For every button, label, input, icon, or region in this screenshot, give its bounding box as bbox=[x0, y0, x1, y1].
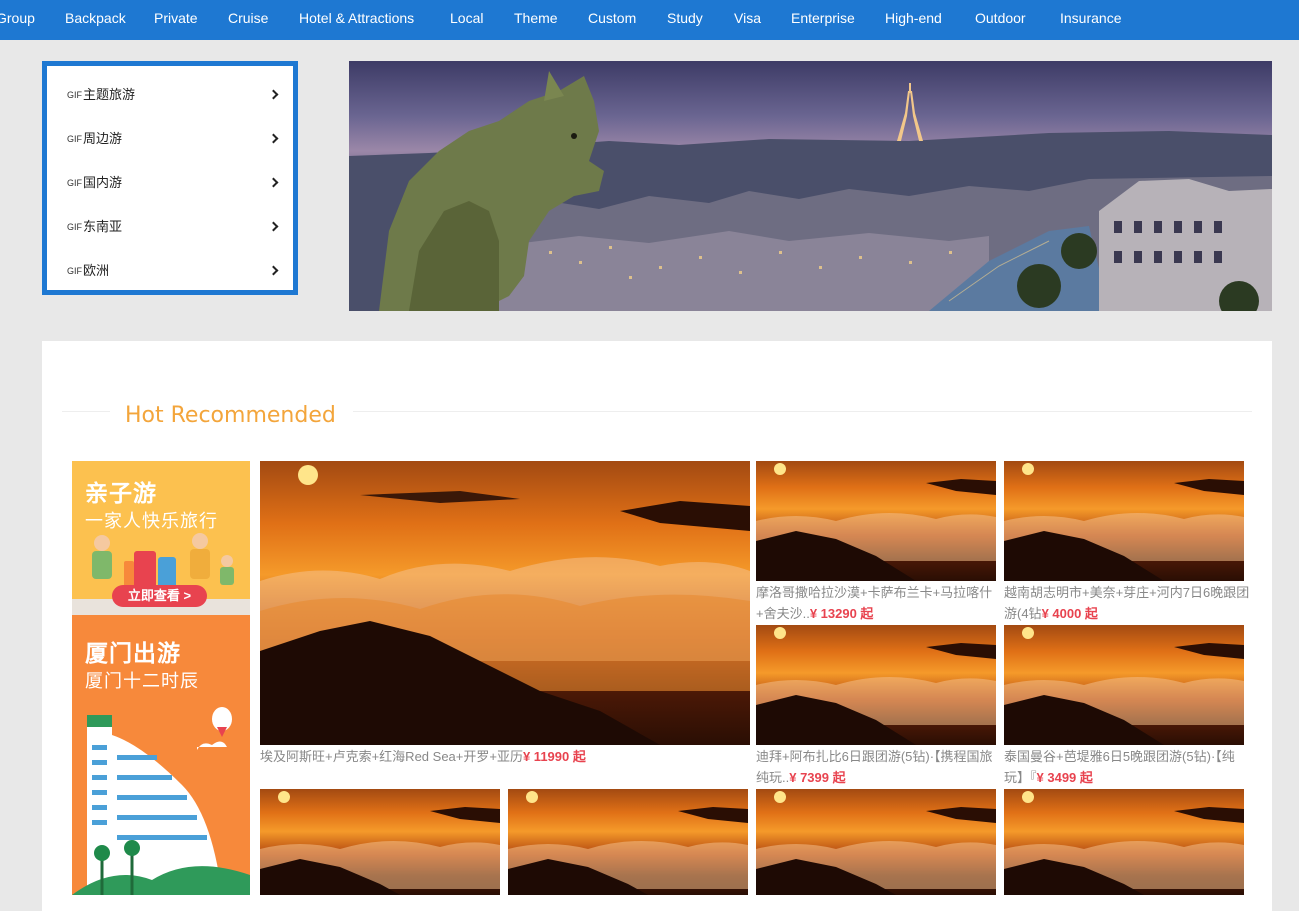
gif-icon: GIF bbox=[67, 134, 82, 144]
sunset-clouds-image bbox=[756, 627, 996, 745]
category-item[interactable]: GIF东南亚 bbox=[67, 216, 279, 238]
product-image[interactable] bbox=[756, 625, 996, 745]
nav-item-cruise[interactable]: Cruise bbox=[228, 0, 268, 40]
product-image[interactable] bbox=[1004, 789, 1244, 895]
product-caption[interactable]: 迪拜+阿布扎比6日跟团游(5钻)·【携程国旅纯玩..¥ 7399 起 bbox=[756, 746, 1002, 788]
chevron-right-icon bbox=[268, 89, 279, 100]
nav-item-insurance[interactable]: Insurance bbox=[1060, 0, 1121, 40]
xiamen-building-illustration bbox=[72, 707, 250, 895]
sunset-clouds-image bbox=[260, 791, 500, 895]
divider bbox=[353, 411, 1252, 412]
nav-item-enterprise[interactable]: Enterprise bbox=[791, 0, 855, 40]
sunset-clouds-image bbox=[756, 791, 996, 895]
category-item[interactable]: GIF周边游 bbox=[67, 128, 279, 150]
product-price: ¥ 4000 起 bbox=[1041, 606, 1098, 621]
product-caption[interactable]: 摩洛哥撒哈拉沙漠+卡萨布兰卡+马拉喀什+舍夫沙..¥ 13290 起 bbox=[756, 582, 1002, 624]
promo-family-trip[interactable]: 亲子游 一家人快乐旅行 立即查看 > bbox=[72, 461, 250, 615]
product-price: ¥ 13290 起 bbox=[809, 606, 874, 621]
product-image[interactable] bbox=[756, 461, 996, 581]
sunset-clouds-image bbox=[1004, 463, 1244, 581]
category-item[interactable]: GIF主题旅游 bbox=[67, 84, 279, 106]
chevron-right-icon bbox=[268, 133, 279, 144]
product-image[interactable] bbox=[1004, 625, 1244, 745]
product-image[interactable] bbox=[508, 789, 748, 895]
sunset-clouds-image bbox=[508, 791, 748, 895]
chevron-right-icon bbox=[268, 221, 279, 232]
product-price: ¥ 7399 起 bbox=[789, 770, 846, 785]
top-nav: Group Backpack Private Cruise Hotel & At… bbox=[0, 0, 1299, 40]
category-label: 周边游 bbox=[83, 131, 123, 146]
product-image[interactable] bbox=[756, 789, 996, 895]
gif-icon: GIF bbox=[67, 178, 82, 188]
sunset-clouds-image bbox=[260, 465, 750, 745]
product-caption[interactable]: 越南胡志明市+美奈+芽庄+河内7日6晚跟团游(4钻¥ 4000 起 bbox=[1004, 582, 1250, 624]
category-label: 东南亚 bbox=[83, 219, 123, 234]
category-item[interactable]: GIF欧洲 bbox=[67, 260, 279, 282]
view-now-button[interactable]: 立即查看 > bbox=[112, 585, 207, 607]
nav-item-local[interactable]: Local bbox=[450, 0, 483, 40]
nav-item-backpack[interactable]: Backpack bbox=[65, 0, 126, 40]
nav-item-group[interactable]: Group bbox=[0, 0, 35, 40]
category-menu: GIF主题旅游 GIF周边游 GIF国内游 GIF东南亚 GIF欧洲 bbox=[42, 61, 298, 295]
product-image[interactable] bbox=[260, 789, 500, 895]
category-label: 国内游 bbox=[83, 175, 123, 190]
nav-item-custom[interactable]: Custom bbox=[588, 0, 636, 40]
divider bbox=[62, 411, 110, 412]
sunset-clouds-image bbox=[1004, 627, 1244, 745]
promo-xiamen-trip[interactable]: 厦门出游 厦门十二时辰 bbox=[72, 615, 250, 895]
product-name: 埃及阿斯旺+卢克索+红海Red Sea+开罗+亚历 bbox=[260, 749, 523, 764]
nav-item-high-end[interactable]: High-end bbox=[885, 0, 942, 40]
paris-cityscape-image bbox=[349, 71, 1272, 311]
sunset-clouds-image bbox=[756, 463, 996, 581]
gif-icon: GIF bbox=[67, 266, 82, 276]
product-image[interactable] bbox=[1004, 461, 1244, 581]
product-caption[interactable]: 埃及阿斯旺+卢克索+红海Red Sea+开罗+亚历¥ 11990 起 bbox=[260, 746, 750, 768]
sunset-clouds-image bbox=[1004, 791, 1244, 895]
product-price: ¥ 3499 起 bbox=[1036, 770, 1093, 785]
hero-banner[interactable] bbox=[349, 61, 1272, 311]
nav-item-hotel-attractions[interactable]: Hotel & Attractions bbox=[299, 0, 414, 40]
nav-item-visa[interactable]: Visa bbox=[734, 0, 761, 40]
nav-item-outdoor[interactable]: Outdoor bbox=[975, 0, 1026, 40]
section-title: Hot Recommended bbox=[125, 403, 336, 428]
category-label: 欧洲 bbox=[83, 263, 110, 278]
category-label: 主题旅游 bbox=[83, 87, 136, 102]
section-bottom bbox=[42, 895, 1272, 911]
nav-item-private[interactable]: Private bbox=[154, 0, 198, 40]
gif-icon: GIF bbox=[67, 90, 82, 100]
product-caption[interactable]: 泰国曼谷+芭堤雅6日5晚跟团游(5钻)·【纯玩】『¥ 3499 起 bbox=[1004, 746, 1250, 788]
chevron-right-icon bbox=[268, 177, 279, 188]
product-name: 摩洛哥撒哈拉沙漠+卡萨布兰卡+马拉喀什+舍夫沙.. bbox=[756, 585, 993, 621]
chevron-right-icon bbox=[268, 265, 279, 276]
product-image-large[interactable] bbox=[260, 461, 750, 745]
nav-item-theme[interactable]: Theme bbox=[514, 0, 558, 40]
gif-icon: GIF bbox=[67, 222, 82, 232]
category-item[interactable]: GIF国内游 bbox=[67, 172, 279, 194]
product-price: ¥ 11990 起 bbox=[522, 749, 586, 764]
nav-item-study[interactable]: Study bbox=[667, 0, 703, 40]
